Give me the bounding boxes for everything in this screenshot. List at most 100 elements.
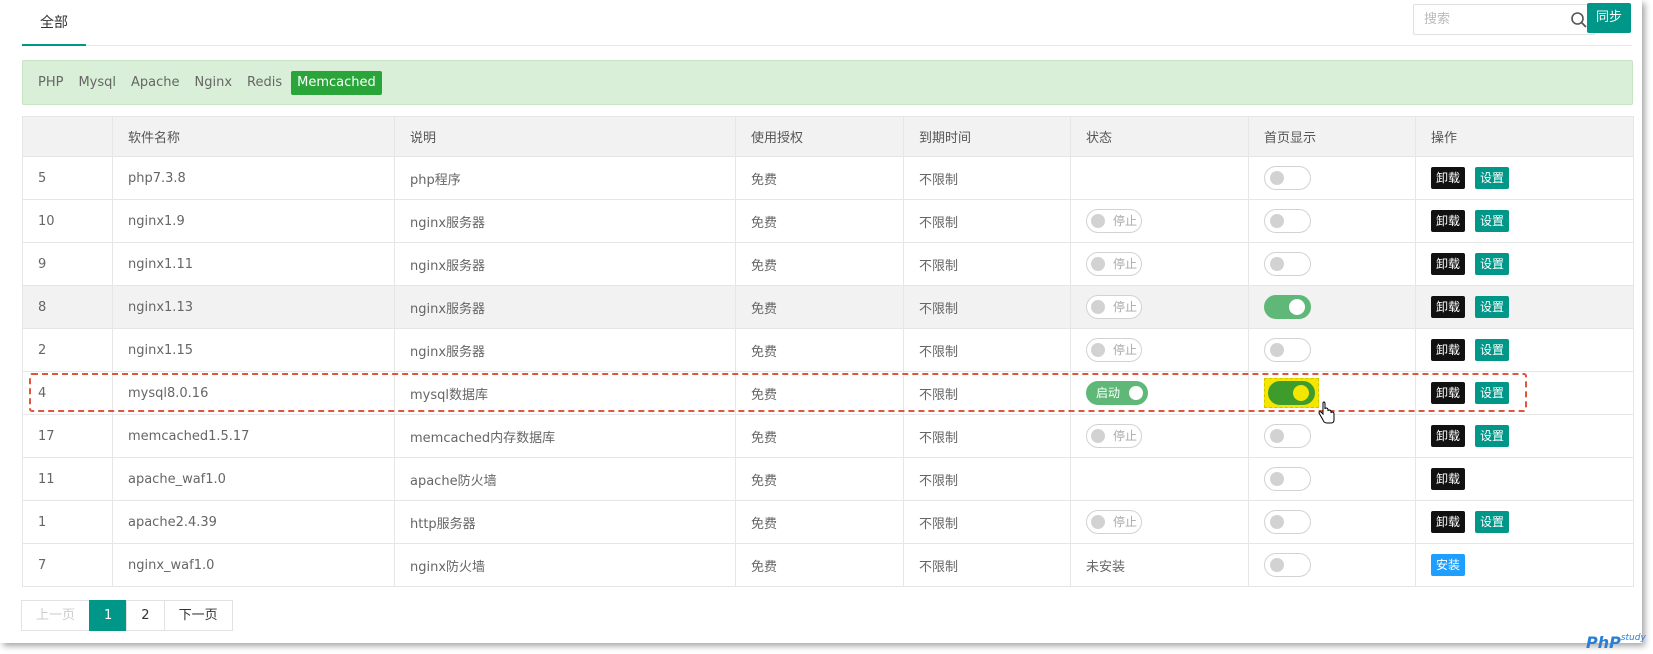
tab-all[interactable]: 全部 [22,0,86,46]
uninstall-button[interactable]: 卸载 [1431,296,1466,318]
home-display-toggle[interactable] [1264,553,1311,577]
column-header: 说明 [394,116,736,157]
cell-id: 5 [22,156,113,200]
cell-description: http服务器 [394,500,736,544]
filter-apache[interactable]: Apache [125,71,186,95]
home-display-toggle[interactable] [1264,424,1311,448]
cell-home-display [1248,156,1416,200]
uninstall-button[interactable]: 卸载 [1431,382,1466,404]
cell-software-name: mysql8.0.16 [112,371,395,415]
settings-button[interactable]: 设置 [1475,253,1510,275]
status-toggle[interactable]: 停止 [1086,338,1142,362]
cell-description: nginx防火墙 [394,543,736,587]
home-display-toggle[interactable] [1264,467,1311,491]
cell-id: 9 [22,242,113,286]
cell-license: 免费 [735,242,904,286]
cell-status: 停止 [1070,285,1249,329]
settings-button[interactable]: 设置 [1475,296,1510,318]
cell-software-name: apache_waf1.0 [112,457,395,501]
home-display-toggle[interactable] [1264,338,1311,362]
home-display-toggle[interactable] [1264,295,1311,319]
status-toggle[interactable]: 停止 [1086,510,1142,534]
cell-status [1070,457,1249,501]
cell-description: apache防火墙 [394,457,736,501]
cell-expiry: 不限制 [903,414,1071,458]
settings-button[interactable]: 设置 [1475,210,1510,232]
cell-status: 启动 [1070,371,1249,415]
status-toggle[interactable]: 停止 [1086,295,1142,319]
cell-id: 4 [22,371,113,415]
column-header: 使用授权 [735,116,904,157]
page-2-button[interactable]: 2 [126,600,165,631]
uninstall-button[interactable]: 卸载 [1431,468,1466,490]
uninstall-button[interactable]: 卸载 [1431,511,1466,533]
table-row: 11 apache_waf1.0 apache防火墙 免费 不限制 卸载 [22,457,1634,501]
cell-license: 免费 [735,199,904,243]
status-toggle[interactable]: 停止 [1086,209,1142,233]
cell-expiry: 不限制 [903,457,1071,501]
status-toggle[interactable]: 停止 [1086,252,1142,276]
column-header: 状态 [1070,116,1249,157]
uninstall-button[interactable]: 卸载 [1431,425,1466,447]
search-input[interactable] [1414,5,1564,34]
home-display-toggle[interactable] [1264,252,1311,276]
settings-button[interactable]: 设置 [1475,382,1510,404]
next-page-button[interactable]: 下一页 [163,600,233,631]
cell-license: 免费 [735,457,904,501]
toggle-highlight [1264,378,1319,408]
table-row: 1 apache2.4.39 http服务器 免费 不限制 停止 卸载 设置 [22,500,1634,544]
status-toggle[interactable]: 启动 [1086,381,1148,405]
search-icon[interactable] [1570,11,1588,29]
settings-button[interactable]: 设置 [1475,339,1510,361]
settings-button[interactable]: 设置 [1475,167,1510,189]
settings-button[interactable]: 设置 [1475,425,1510,447]
install-button[interactable]: 安装 [1431,554,1466,576]
home-display-toggle[interactable] [1264,209,1311,233]
cell-software-name: php7.3.8 [112,156,395,200]
cell-software-name: nginx1.9 [112,199,395,243]
cell-license: 免费 [735,156,904,200]
page-1-button[interactable]: 1 [89,600,128,631]
filter-memcached[interactable]: Memcached [291,70,382,95]
uninstall-button[interactable]: 卸载 [1431,167,1466,189]
cell-home-display [1248,242,1416,286]
status-toggle[interactable]: 停止 [1086,424,1142,448]
cell-home-display [1248,285,1416,329]
cell-expiry: 不限制 [903,285,1071,329]
prev-page-button[interactable]: 上一页 [21,600,91,631]
cell-actions: 卸载 设置 [1415,285,1634,329]
cell-home-display [1248,328,1416,372]
home-display-toggle[interactable] [1264,166,1311,190]
cell-description: nginx服务器 [394,285,736,329]
column-header [22,116,113,157]
search-box[interactable] [1413,4,1595,35]
filter-nginx[interactable]: Nginx [189,71,239,95]
home-display-toggle[interactable] [1268,381,1315,405]
cell-actions: 卸载 设置 [1415,500,1634,544]
uninstall-button[interactable]: 卸载 [1431,339,1466,361]
home-display-toggle[interactable] [1264,510,1311,534]
cell-id: 17 [22,414,113,458]
table-row: 17 memcached1.5.17 memcached内存数据库 免费 不限制 停止 卸载… [22,414,1634,458]
filter-php[interactable]: PHP [32,71,69,95]
cell-software-name: nginx1.15 [112,328,395,372]
cell-expiry: 不限制 [903,500,1071,544]
filter-mysql[interactable]: Mysql [72,71,122,95]
category-filter-bar: PHP Mysql Apache Nginx Redis Memcached [22,60,1633,105]
cell-license: 免费 [735,543,904,587]
sync-button[interactable]: 同步 [1587,3,1631,33]
uninstall-button[interactable]: 卸载 [1431,253,1466,275]
settings-button[interactable]: 设置 [1475,511,1510,533]
table-row: 10 nginx1.9 nginx服务器 免费 不限制 停止 卸载 设置 [22,199,1634,243]
cell-expiry: 不限制 [903,543,1071,587]
pagination: 上一页 1 2 下一页 [21,600,233,631]
cell-expiry: 不限制 [903,328,1071,372]
cell-software-name: nginx1.11 [112,242,395,286]
filter-redis[interactable]: Redis [241,71,288,95]
cell-home-display [1248,199,1416,243]
cell-expiry: 不限制 [903,371,1071,415]
column-header: 操作 [1415,116,1634,157]
column-header: 首页显示 [1248,116,1416,157]
cell-description: php程序 [394,156,736,200]
uninstall-button[interactable]: 卸载 [1431,210,1466,232]
